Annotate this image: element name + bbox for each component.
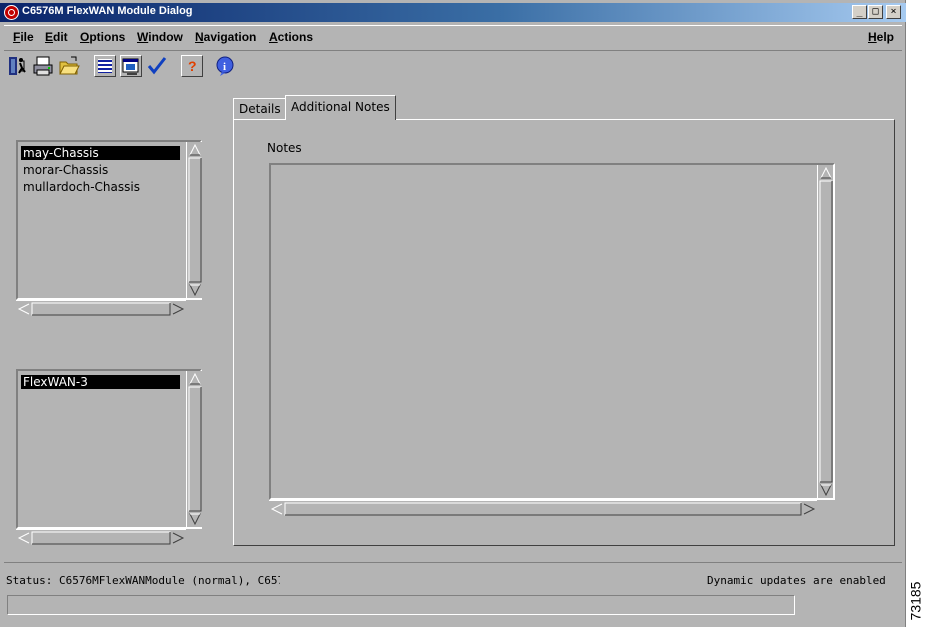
app-window: C6576M FlexWAN Module Dialog _ □ × File … xyxy=(0,0,906,627)
chassis-list-hscrollbar[interactable] xyxy=(16,300,186,316)
tab-details[interactable]: Details xyxy=(233,98,287,119)
list-item[interactable]: morar-Chassis xyxy=(21,163,180,177)
checkmark-icon[interactable] xyxy=(146,55,168,77)
toolbar: ? i xyxy=(4,53,902,81)
info-icon[interactable]: i xyxy=(214,55,236,77)
chassis-list-vscrollbar[interactable] xyxy=(186,142,202,298)
notes-vscrollbar[interactable] xyxy=(817,165,833,498)
window-icon[interactable] xyxy=(120,55,142,77)
notes-textarea[interactable] xyxy=(269,163,835,500)
notes-label: Notes xyxy=(267,141,302,155)
app-logo-icon xyxy=(4,5,19,20)
status-text: Status: C6576MFlexWANModule (normal), C6… xyxy=(6,574,280,587)
list-item[interactable]: FlexWAN-3 xyxy=(21,375,180,389)
list-item[interactable]: mullardoch-Chassis xyxy=(21,180,180,194)
open-folder-icon[interactable] xyxy=(58,55,80,77)
module-list[interactable]: FlexWAN-3 xyxy=(16,369,202,529)
print-icon[interactable] xyxy=(32,55,54,77)
menu-navigation[interactable]: Navigation xyxy=(195,30,256,44)
status-bar: Status: C6576MFlexWANModule (normal), C6… xyxy=(4,562,902,621)
chassis-list[interactable]: may-Chassis morar-Chassis mullardoch-Cha… xyxy=(16,140,202,300)
minimize-button[interactable]: _ xyxy=(852,5,867,19)
menu-help[interactable]: Help xyxy=(868,30,894,44)
notes-hscrollbar[interactable] xyxy=(269,500,817,516)
menu-bar: File Edit Options Window Navigation Acti… xyxy=(4,25,902,51)
module-list-vscrollbar[interactable] xyxy=(186,371,202,527)
progress-bar xyxy=(7,595,795,615)
help-icon[interactable]: ? xyxy=(181,55,203,77)
svg-text:i: i xyxy=(223,61,226,73)
menu-file[interactable]: File xyxy=(13,30,34,44)
menu-window[interactable]: Window xyxy=(137,30,183,44)
tab-additional-notes[interactable]: Additional Notes xyxy=(285,95,396,120)
menu-options[interactable]: Options xyxy=(80,30,125,44)
exit-icon[interactable] xyxy=(6,55,28,77)
title-bar[interactable]: C6576M FlexWAN Module Dialog _ □ × xyxy=(0,3,906,22)
window-title: C6576M FlexWAN Module Dialog xyxy=(22,5,193,17)
list-icon[interactable] xyxy=(94,55,116,77)
svg-text:?: ? xyxy=(188,58,197,74)
additional-notes-panel: Notes xyxy=(233,119,895,546)
figure-id: 73185 xyxy=(906,578,928,623)
dynamic-updates-status: Dynamic updates are enabled xyxy=(707,574,886,587)
list-item[interactable]: may-Chassis xyxy=(21,146,180,160)
menu-actions[interactable]: Actions xyxy=(269,30,313,44)
figure-id-text: 73185 xyxy=(907,581,924,621)
maximize-button[interactable]: □ xyxy=(868,5,883,19)
menu-edit[interactable]: Edit xyxy=(45,30,68,44)
module-list-hscrollbar[interactable] xyxy=(16,529,186,545)
close-button[interactable]: × xyxy=(886,5,901,19)
